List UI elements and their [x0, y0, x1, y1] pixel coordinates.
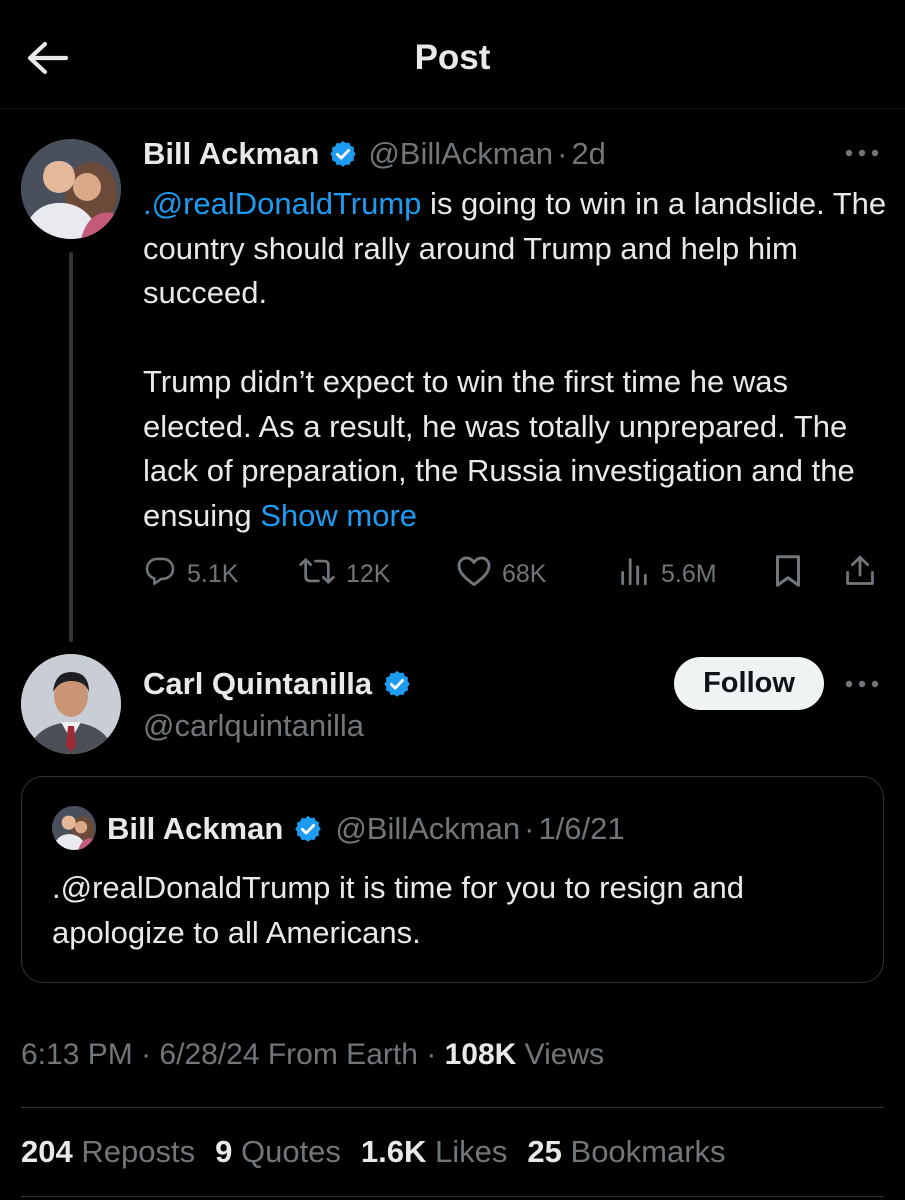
page-title: Post	[414, 38, 491, 77]
post-actions-bar: 5.1K 12K 68K 5.6M	[143, 552, 883, 596]
author-name[interactable]: Carl Quintanilla	[143, 666, 372, 702]
quotes-stat[interactable]: 9 Quotes	[215, 1134, 341, 1170]
separator-dot: ·	[426, 1038, 437, 1071]
post-meta: 6:13 PM · 6/28/24 From Earth · 108K View…	[21, 1038, 604, 1072]
repost-count: 12K	[346, 559, 391, 588]
stats-divider	[21, 1107, 884, 1108]
post-time: 1/6/21	[538, 811, 625, 846]
more-options-button[interactable]	[840, 138, 884, 168]
verified-badge-icon	[328, 139, 358, 169]
more-dots-icon	[845, 144, 879, 162]
main-post-text: .@realDonaldTrump is going to win in a l…	[143, 182, 888, 538]
more-dots-icon	[845, 675, 879, 693]
quoted-post-text: .@realDonaldTrump it is time for you to …	[52, 870, 744, 950]
separator-dot: ·	[557, 136, 568, 171]
engagement-stats: 204 Reposts 9 Quotes 1.6K Likes 25 Bookm…	[21, 1134, 726, 1170]
repost-icon	[298, 554, 336, 595]
heart-icon	[456, 554, 492, 595]
separator-dot: ·	[141, 1038, 152, 1071]
follow-button[interactable]: Follow	[674, 657, 824, 710]
mention-link[interactable]: .@realDonaldTrump	[143, 186, 421, 221]
reply-icon	[143, 554, 177, 595]
reply-post-header: Carl Quintanilla	[143, 666, 412, 702]
author-name[interactable]: Bill Ackman	[143, 136, 319, 172]
header-divider	[0, 108, 905, 109]
views-icon	[617, 554, 651, 595]
author-handle: @BillAckman	[335, 811, 521, 846]
bookmark-button[interactable]	[773, 552, 803, 596]
top-bar: Post	[0, 0, 905, 108]
likes-stat[interactable]: 1.6K Likes	[361, 1134, 507, 1170]
quoted-post-header: Bill Ackman @BillAckman · 1/6/21	[107, 811, 625, 847]
share-button[interactable]	[843, 552, 877, 596]
reposts-stat[interactable]: 204 Reposts	[21, 1134, 195, 1170]
main-post-header: Bill Ackman @BillAckman · 2d	[143, 136, 606, 172]
post-date[interactable]: 6/28/24	[159, 1038, 259, 1071]
post-timestamp[interactable]: 6:13 PM	[21, 1038, 133, 1071]
show-more-link[interactable]: Show more	[260, 498, 417, 533]
post-source: From Earth	[267, 1038, 418, 1071]
author-handle[interactable]: @BillAckman	[368, 136, 553, 172]
verified-badge-icon	[382, 669, 412, 699]
views-label: Views	[524, 1038, 605, 1071]
reply-handle-row: @carlquintanilla	[143, 708, 364, 744]
reply-count: 5.1K	[187, 559, 239, 588]
views-count: 5.6M	[661, 559, 717, 588]
reply-button[interactable]: 5.1K	[143, 552, 238, 596]
post-time[interactable]: 2d	[571, 136, 605, 172]
like-count: 68K	[502, 559, 547, 588]
author-handle[interactable]: @carlquintanilla	[143, 708, 364, 744]
bottom-divider	[21, 1196, 884, 1197]
post-text-part2: Trump didn’t expect to win the first tim…	[143, 364, 855, 533]
bookmarks-stat[interactable]: 25 Bookmarks	[527, 1134, 725, 1170]
separator-dot: ·	[524, 811, 535, 846]
avatar-bill-ackman[interactable]	[21, 139, 121, 239]
author-name: Bill Ackman	[107, 811, 284, 846]
views-button[interactable]: 5.6M	[617, 552, 717, 596]
share-icon	[843, 553, 877, 596]
more-options-button[interactable]	[840, 669, 884, 699]
thread-connector-line	[69, 252, 73, 642]
views-total: 108K	[444, 1038, 517, 1071]
repost-button[interactable]: 12K	[298, 552, 390, 596]
avatar-bill-ackman-small	[52, 806, 96, 850]
bookmark-icon	[773, 553, 803, 596]
avatar-carl-quintanilla[interactable]	[21, 654, 121, 754]
verified-badge-icon	[293, 814, 323, 844]
like-button[interactable]: 68K	[456, 552, 546, 596]
